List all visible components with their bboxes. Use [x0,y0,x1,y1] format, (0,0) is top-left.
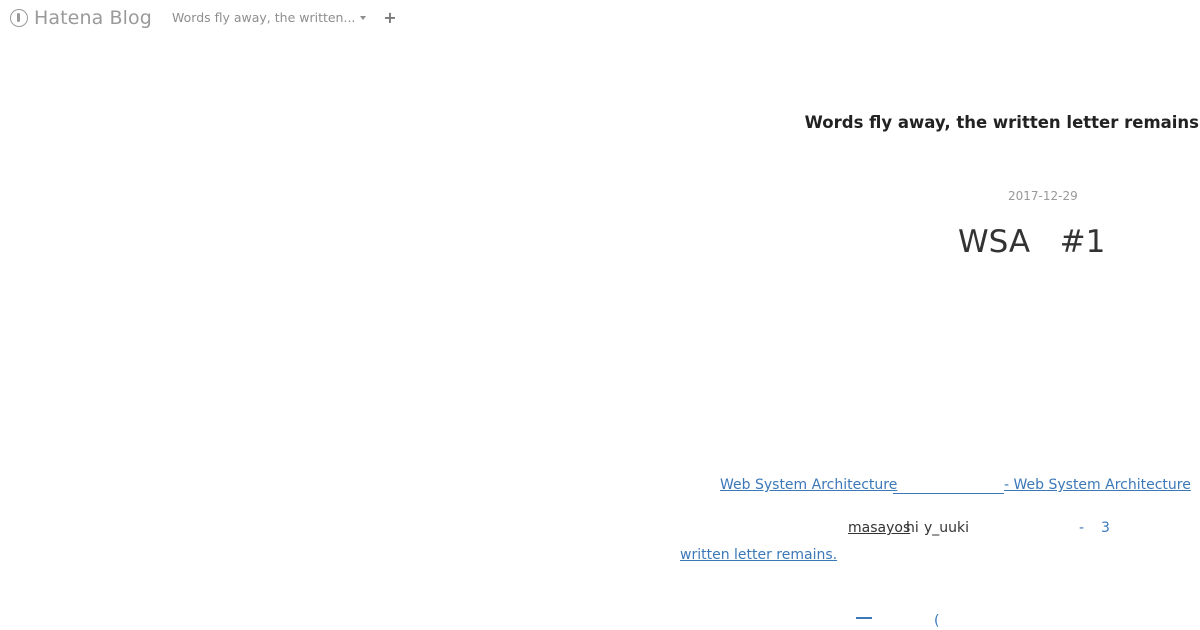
blog-switcher[interactable]: Words fly away, the written... [172,10,367,25]
count-link[interactable]: 3 [1101,520,1110,536]
reference-link-web-system-architecture-2[interactable]: - Web System Architecture [1004,477,1191,493]
written-letter-remains-link[interactable]: written letter remains. [680,547,837,563]
link-underline-continuation [893,493,1004,494]
blog-title[interactable]: Words fly away, the written letter remai… [805,113,1199,132]
entry-title[interactable]: WSA #1 [958,224,1105,260]
bottom-paren-text: ( [934,613,940,629]
reference-link-web-system-architecture[interactable]: Web System Architecture [720,477,897,493]
top-bar: Hatena Blog Words fly away, the written.… [0,0,1200,36]
user-link-masayoshi[interactable]: masayos [848,520,910,536]
user-name-suffix: hi [906,520,919,536]
chevron-down-icon [360,15,367,20]
logo-text: Hatena Blog [34,7,152,29]
add-button[interactable]: + [382,8,398,27]
blog-switcher-label: Words fly away, the written... [172,10,356,25]
bottom-dash-line [856,617,872,619]
user-link-y-uuki[interactable]: y_uuki [924,520,969,536]
hatena-logo-icon [10,9,28,27]
page: Hatena Blog Words fly away, the written.… [0,0,1200,630]
entry-date[interactable]: 2017-12-29 [1008,189,1078,203]
separator-dash: - [1079,520,1085,536]
hatena-blog-logo[interactable]: Hatena Blog [10,6,152,30]
